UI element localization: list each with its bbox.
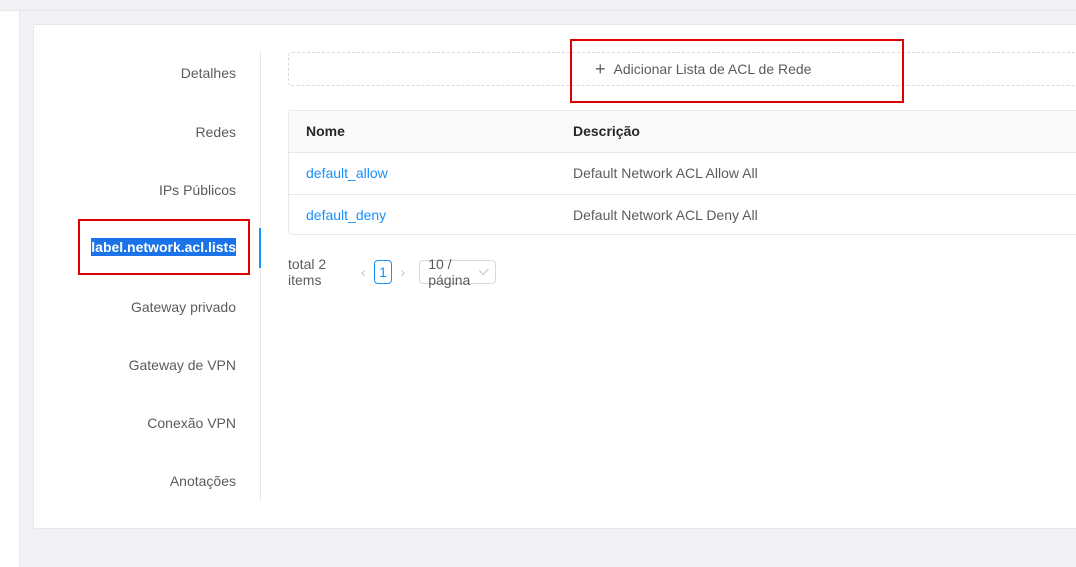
chevron-right-icon[interactable]: › xyxy=(394,264,411,280)
top-bar xyxy=(0,0,1076,11)
tab-conexao-vpn[interactable]: Conexão VPN xyxy=(147,415,236,431)
highlight-box-add xyxy=(570,39,904,103)
tabs-divider xyxy=(260,51,261,501)
column-header-nome: Nome xyxy=(306,123,345,139)
table-header: Nome Descrição xyxy=(289,111,1076,153)
tab-ips-publicos[interactable]: IPs Públicos xyxy=(159,182,236,198)
page-item-current[interactable]: 1 xyxy=(373,260,393,284)
details-card: Detalhes Redes IPs Públicos label.networ… xyxy=(33,24,1076,529)
active-tab-indicator xyxy=(259,228,261,268)
acl-table: Nome Descrição default_allow Default Net… xyxy=(288,110,1076,235)
chevron-down-icon xyxy=(478,265,489,275)
tab-anotacoes[interactable]: Anotações xyxy=(170,473,236,489)
table-row: default_deny Default Network ACL Deny Al… xyxy=(289,195,1076,234)
acl-description: Default Network ACL Allow All xyxy=(573,165,758,181)
pagination-total: total 2 items xyxy=(288,256,327,288)
tab-gateway-vpn[interactable]: Gateway de VPN xyxy=(129,357,236,373)
column-header-descricao: Descrição xyxy=(573,123,640,139)
chevron-left-icon[interactable]: ‹ xyxy=(355,264,372,280)
highlight-box-tab xyxy=(78,219,250,275)
tab-detalhes[interactable]: Detalhes xyxy=(181,65,236,81)
pagination: total 2 items ‹ 1 › 10 / página xyxy=(288,256,496,288)
left-sidebar-strip xyxy=(0,11,20,567)
tab-gateway-privado[interactable]: Gateway privado xyxy=(131,299,236,315)
acl-name-link[interactable]: default_allow xyxy=(306,165,388,181)
vertical-tabs: Detalhes Redes IPs Públicos label.networ… xyxy=(34,25,261,528)
acl-name-link[interactable]: default_deny xyxy=(306,207,386,223)
acl-description: Default Network ACL Deny All xyxy=(573,207,758,223)
table-row: default_allow Default Network ACL Allow … xyxy=(289,153,1076,195)
page-size-select[interactable]: 10 / página xyxy=(419,256,496,288)
page-size-value: 10 / página xyxy=(428,256,471,288)
tab-redes[interactable]: Redes xyxy=(196,124,236,140)
